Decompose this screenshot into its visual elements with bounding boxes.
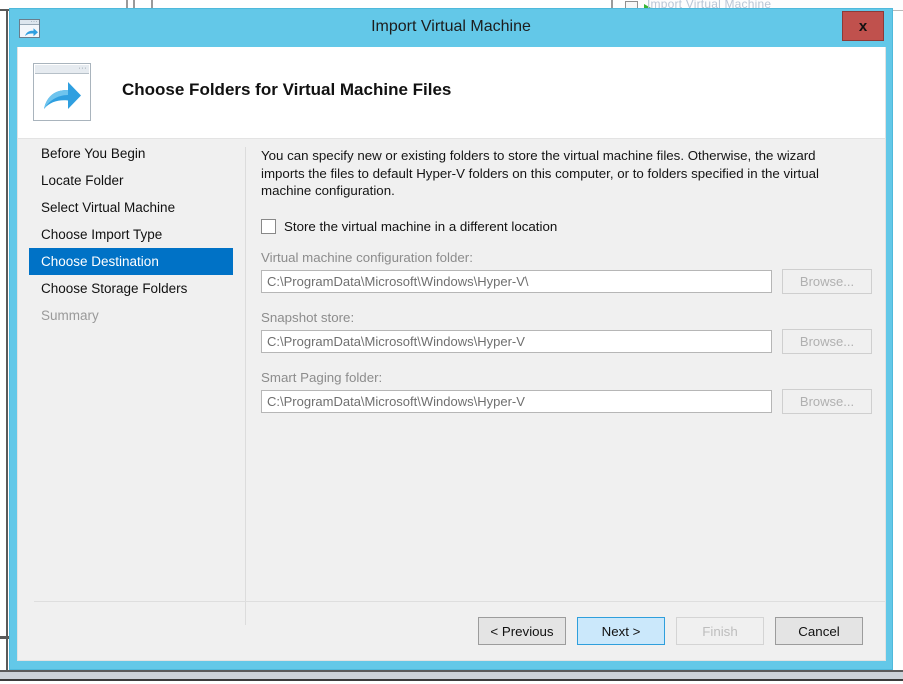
background-taskbar-edge [0,679,903,684]
import-virtual-machine-dialog: ··· Import Virtual Machine x ··· Choose … [9,8,893,670]
background-window-left-edge [0,11,8,684]
nav-item-select-virtual-machine[interactable]: Select Virtual Machine [18,194,239,221]
store-different-location-checkbox-row[interactable]: Store the virtual machine in a different… [261,218,873,234]
snapshot-store-label: Snapshot store: [261,309,355,325]
dialog-titlebar[interactable]: ··· Import Virtual Machine x [10,9,892,47]
next-button[interactable]: Next > [577,617,665,645]
vm-configuration-folder-label: Virtual machine configuration folder: [261,249,473,265]
dialog-body: ··· Choose Folders for Virtual Machine F… [17,47,886,661]
finish-button: Finish [676,617,764,645]
store-different-location-label: Store the virtual machine in a different… [284,218,558,234]
cancel-button[interactable]: Cancel [775,617,863,645]
dialog-header: ··· Choose Folders for Virtual Machine F… [18,47,885,139]
smart-paging-folder-label: Smart Paging folder: [261,369,383,385]
page-title: Choose Folders for Virtual Machine Files [122,80,452,99]
snapshot-store-browse-button: Browse... [782,328,872,354]
nav-item-choose-destination[interactable]: Choose Destination [29,248,233,275]
nav-item-before-you-begin[interactable]: Before You Begin [18,140,239,167]
snapshot-store-group: Snapshot store: C:\ProgramData\Microsoft… [261,310,873,354]
vm-configuration-folder-group: Virtual machine configuration folder: C:… [261,250,873,294]
content-pane: You can specify new or existing folders … [261,147,873,414]
dialog-footer: < Previous Next > Finish Cancel [18,602,885,660]
smart-paging-folder-input[interactable]: C:\ProgramData\Microsoft\Windows\Hyper-V [261,389,772,413]
snapshot-store-input[interactable]: C:\ProgramData\Microsoft\Windows\Hyper-V [261,329,772,353]
previous-button[interactable]: < Previous [478,617,566,645]
nav-item-locate-folder[interactable]: Locate Folder [18,167,239,194]
dialog-title: Import Virtual Machine [371,18,531,35]
smart-paging-folder-browse-button: Browse... [782,388,872,414]
wizard-steps-nav: Before You Begin Locate Folder Select Vi… [18,140,239,608]
nav-item-choose-import-type[interactable]: Choose Import Type [18,221,239,248]
intro-text: You can specify new or existing folders … [261,148,819,198]
window-arrow-icon: ··· [33,63,91,121]
nav-item-summary: Summary [41,308,99,323]
vm-configuration-folder-browse-button: Browse... [782,268,872,294]
vm-configuration-folder-input[interactable]: C:\ProgramData\Microsoft\Windows\Hyper-V… [261,269,772,293]
store-different-location-checkbox[interactable] [261,218,276,234]
nav-content-divider [245,147,246,625]
close-button[interactable]: x [842,11,884,41]
smart-paging-folder-group: Smart Paging folder: C:\ProgramData\Micr… [261,370,873,414]
nav-item-choose-storage-folders[interactable]: Choose Storage Folders [18,275,239,302]
